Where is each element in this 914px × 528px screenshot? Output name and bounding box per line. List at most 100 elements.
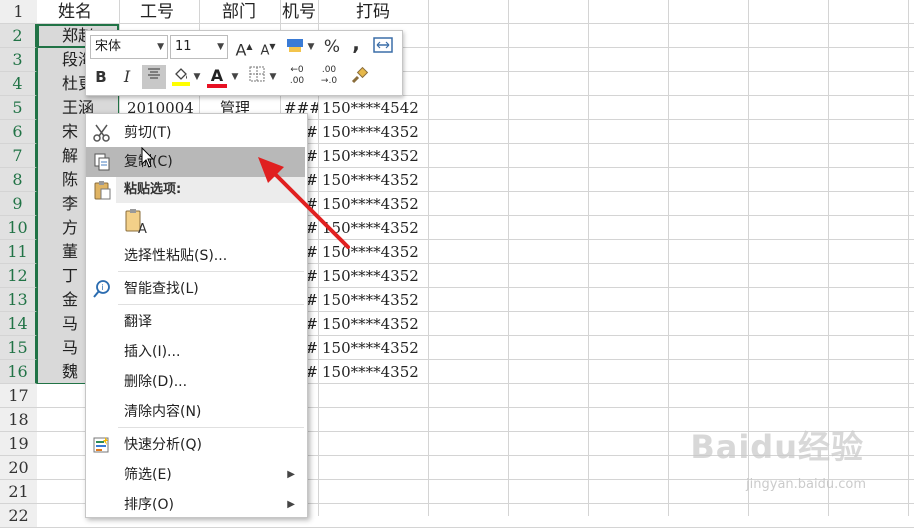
row-header[interactable]: 13 <box>0 288 37 312</box>
paintbrush-icon <box>351 66 369 84</box>
menu-label-insert: 插入(I)... <box>124 344 181 360</box>
decrease-decimal-button[interactable]: .00 →.0 <box>316 63 342 89</box>
borders-button[interactable] <box>246 65 268 89</box>
fill-color-button[interactable] <box>170 65 192 89</box>
row-header[interactable]: 22 <box>0 504 37 528</box>
row-header[interactable]: 4 <box>0 72 37 96</box>
row-header[interactable]: 7 <box>0 144 37 168</box>
borders-icon <box>249 66 265 82</box>
menu-label-translate: 翻译 <box>124 314 152 330</box>
cell-code[interactable]: 150****4352 <box>322 288 428 312</box>
cell-code[interactable]: 150****4542 <box>322 96 428 120</box>
grow-font-icon: A <box>235 40 247 60</box>
svg-text:i: i <box>102 283 104 292</box>
cell-code[interactable]: 150****4352 <box>322 312 428 336</box>
header-code[interactable]: 打码 <box>356 0 426 24</box>
cell-code[interactable]: 150****4352 <box>322 120 428 144</box>
menu-label-paste-special: 选择性粘贴(S)... <box>124 248 228 264</box>
menu-item-delete[interactable]: 删除(D)... <box>86 367 305 397</box>
mini-toolbar: 宋体 ▼ 11 ▼ A▲ A▼ ▼ % , B I ▼ A ▼ ▼ ←0 .00… <box>85 30 403 96</box>
chevron-down-icon[interactable]: ▼ <box>192 65 202 89</box>
header-dept[interactable]: 部门 <box>222 0 278 24</box>
menu-item-smart-lookup[interactable]: i 智能查找(L) <box>86 274 305 304</box>
chevron-down-icon: ▼ <box>157 42 164 52</box>
mouse-cursor-icon <box>141 147 155 168</box>
shrink-font-button[interactable]: A▼ <box>258 35 278 59</box>
cell-code[interactable]: 150****4352 <box>322 336 428 360</box>
paste-keep-text-button[interactable]: A <box>124 208 150 237</box>
increase-decimal-bottom: .00 <box>289 76 305 86</box>
percent-style-button[interactable]: % <box>322 35 342 59</box>
submenu-arrow-icon: ▶ <box>287 469 295 480</box>
row-header[interactable]: 2 <box>0 24 37 48</box>
row-header[interactable]: 6 <box>0 120 37 144</box>
menu-label-smart-lookup: 智能查找(L) <box>124 281 199 297</box>
watermark-logo: Baidu经验 <box>690 428 864 466</box>
font-color-swatch <box>207 84 227 88</box>
header-ext[interactable]: 机号 <box>282 0 318 24</box>
menu-item-quick-analysis[interactable]: 快速分析(Q) <box>86 430 305 460</box>
gridline <box>908 0 909 516</box>
font-name-combo[interactable]: 宋体 ▼ <box>90 35 168 59</box>
header-name[interactable]: 姓名 <box>58 0 118 24</box>
annotation-arrow-icon <box>258 157 350 249</box>
row-header[interactable]: 17 <box>0 384 37 408</box>
align-center-icon <box>148 68 160 79</box>
cell-code[interactable]: 150****4352 <box>322 264 428 288</box>
row-header[interactable]: 14 <box>0 312 37 336</box>
scissors-icon <box>93 124 110 142</box>
font-color-button[interactable]: A <box>206 65 228 89</box>
menu-separator <box>118 427 304 428</box>
row-header[interactable]: 19 <box>0 432 37 456</box>
accounting-format-icon <box>287 39 303 52</box>
menu-item-translate[interactable]: 翻译 <box>86 307 305 337</box>
chevron-down-icon[interactable]: ▼ <box>268 65 278 89</box>
font-size-combo[interactable]: 11 ▼ <box>170 35 228 59</box>
row-header[interactable]: 16 <box>0 360 37 384</box>
bold-button[interactable]: B <box>92 65 110 89</box>
chevron-down-icon[interactable]: ▼ <box>230 65 240 89</box>
comma-style-button[interactable]: , <box>348 31 364 55</box>
menu-label-delete: 删除(D)... <box>124 374 188 390</box>
row-header[interactable]: 11 <box>0 240 37 264</box>
menu-item-clear-contents[interactable]: 清除内容(N) <box>86 397 305 427</box>
header-id[interactable]: 工号 <box>140 0 198 24</box>
cell-code[interactable]: 150****4352 <box>322 360 428 384</box>
menu-separator <box>118 304 304 305</box>
increase-decimal-top: ←0 <box>290 65 304 75</box>
menu-label-filter: 筛选(E) <box>124 467 172 483</box>
row-header[interactable]: 8 <box>0 168 37 192</box>
font-size-value: 11 <box>175 39 192 54</box>
menu-item-insert[interactable]: 插入(I)... <box>86 337 305 367</box>
increase-decimal-button[interactable]: ←0 .00 <box>284 63 310 89</box>
grow-font-button[interactable]: A▲ <box>234 35 254 59</box>
smart-lookup-icon: i <box>93 280 110 298</box>
chevron-down-icon[interactable]: ▼ <box>306 35 316 59</box>
row-header[interactable]: 18 <box>0 408 37 432</box>
merge-cells-icon <box>373 37 393 53</box>
row-header[interactable]: 20 <box>0 456 37 480</box>
svg-text:A: A <box>138 222 147 236</box>
italic-button[interactable]: I <box>118 65 136 89</box>
number-format-button[interactable] <box>284 35 306 59</box>
row-header[interactable]: 5 <box>0 96 37 120</box>
row-header[interactable]: 3 <box>0 48 37 72</box>
gridline <box>508 0 509 516</box>
row-header[interactable]: 21 <box>0 480 37 504</box>
row-header[interactable]: 15 <box>0 336 37 360</box>
row-header[interactable]: 12 <box>0 264 37 288</box>
row-header[interactable]: 1 <box>0 0 37 24</box>
center-align-button[interactable] <box>142 65 166 89</box>
merge-center-button[interactable] <box>372 35 394 59</box>
gridline <box>428 0 429 516</box>
gridline <box>588 0 589 516</box>
format-painter-button[interactable] <box>348 65 372 89</box>
row-header[interactable]: 9 <box>0 192 37 216</box>
row-header[interactable]: 10 <box>0 216 37 240</box>
menu-item-filter[interactable]: 筛选(E) ▶ <box>86 460 305 490</box>
decrease-decimal-top: .00 <box>321 65 337 75</box>
font-color-icon: A <box>210 66 224 85</box>
menu-item-cut[interactable]: 剪切(T) <box>86 118 305 148</box>
menu-separator <box>118 271 304 272</box>
font-name-value: 宋体 <box>95 39 122 54</box>
